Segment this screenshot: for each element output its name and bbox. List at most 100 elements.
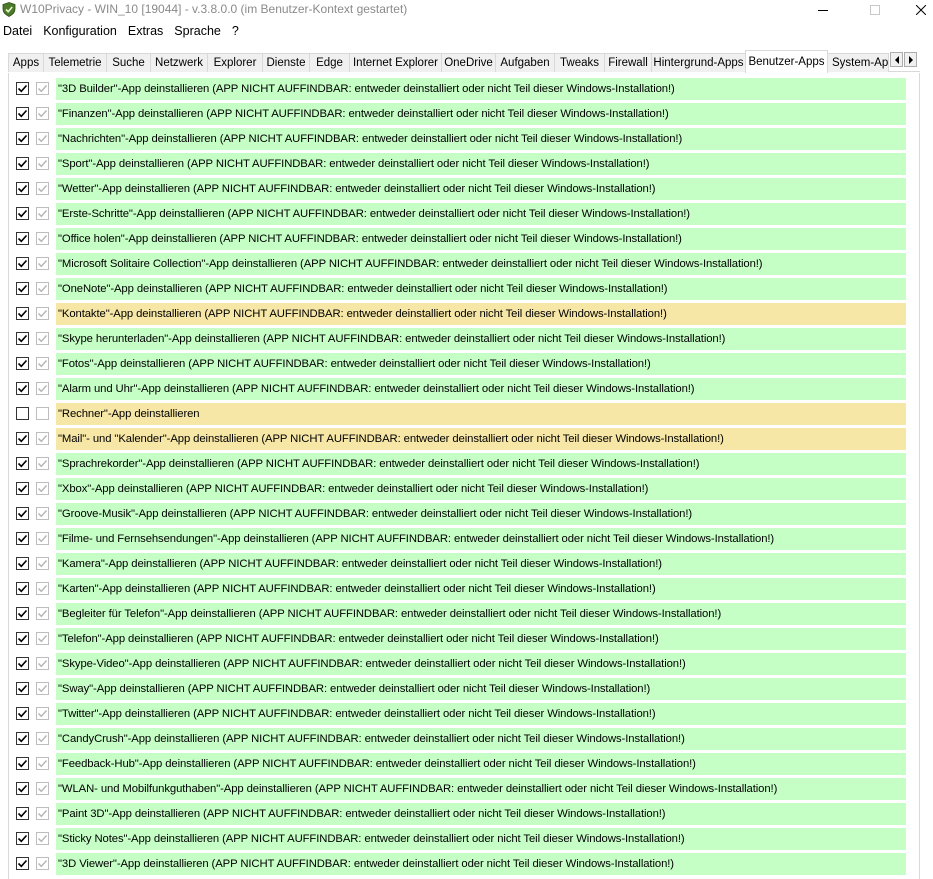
tab-explorer[interactable]: Explorer <box>207 53 263 72</box>
setting-label[interactable]: "Paint 3D"-App deinstallieren (APP NICHT… <box>56 803 906 825</box>
setting-checkbox[interactable] <box>16 857 29 870</box>
menu-datei[interactable]: Datei <box>0 24 38 38</box>
setting-label[interactable]: "Skype herunterladen"-App deinstallieren… <box>56 328 906 350</box>
setting-label[interactable]: "Groove-Musik"-App deinstallieren (APP N… <box>56 503 906 525</box>
setting-label[interactable]: "Sticky Notes"-App deinstallieren (APP N… <box>56 828 906 850</box>
setting-label[interactable]: "Alarm und Uhr"-App deinstallieren (APP … <box>56 378 906 400</box>
tab-internet-explorer[interactable]: Internet Explorer <box>349 53 442 72</box>
setting-checkbox[interactable] <box>16 107 29 120</box>
setting-label[interactable]: "Wetter"-App deinstallieren (APP NICHT A… <box>56 178 906 200</box>
recommended-checkbox <box>36 157 49 170</box>
setting-label[interactable]: "Sway"-App deinstallieren (APP NICHT AUF… <box>56 678 906 700</box>
setting-label[interactable]: "Kamera"-App deinstallieren (APP NICHT A… <box>56 553 906 575</box>
setting-checkbox[interactable] <box>16 782 29 795</box>
checkmark-icon <box>38 110 48 118</box>
setting-label[interactable]: "Finanzen"-App deinstallieren (APP NICHT… <box>56 103 906 125</box>
setting-checkbox[interactable] <box>16 132 29 145</box>
checkmark-icon <box>17 309 28 318</box>
recommended-checkbox <box>36 532 49 545</box>
tab-apps[interactable]: Apps <box>8 53 44 72</box>
setting-label[interactable]: "Telefon"-App deinstallieren (APP NICHT … <box>56 628 906 650</box>
menu-konfiguration[interactable]: Konfiguration <box>38 24 123 38</box>
setting-checkbox[interactable] <box>16 807 29 820</box>
tab-system-apps[interactable]: System-App <box>827 53 889 72</box>
setting-checkbox[interactable] <box>16 432 29 445</box>
setting-row: "Xbox"-App deinstallieren (APP NICHT AUF… <box>16 478 906 500</box>
setting-checkbox[interactable] <box>16 632 29 645</box>
setting-checkbox[interactable] <box>16 382 29 395</box>
setting-label[interactable]: "Rechner"-App deinstallieren <box>56 403 906 425</box>
setting-label[interactable]: "Microsoft Solitaire Collection"-App dei… <box>56 253 906 275</box>
setting-checkbox[interactable] <box>16 307 29 320</box>
tab-firewall[interactable]: Firewall <box>604 53 652 72</box>
tab-scroll-right-button[interactable] <box>904 52 917 67</box>
setting-checkbox[interactable] <box>16 357 29 370</box>
setting-label[interactable]: "Fotos"-App deinstallieren (APP NICHT AU… <box>56 353 906 375</box>
setting-label[interactable]: "Sport"-App deinstallieren (APP NICHT AU… <box>56 153 906 175</box>
arrow-right-icon <box>908 55 913 64</box>
setting-checkbox[interactable] <box>16 482 29 495</box>
setting-checkbox[interactable] <box>16 757 29 770</box>
tab-netzwerk[interactable]: Netzwerk <box>150 53 208 72</box>
tab-benutzer-apps[interactable]: Benutzer-Apps <box>745 50 828 73</box>
setting-checkbox[interactable] <box>16 407 29 420</box>
setting-label[interactable]: "Skype-Video"-App deinstallieren (APP NI… <box>56 653 906 675</box>
setting-label[interactable]: "3D Builder"-App deinstallieren (APP NIC… <box>56 78 906 100</box>
minimize-button[interactable] <box>800 0 846 20</box>
setting-checkbox[interactable] <box>16 582 29 595</box>
setting-label[interactable]: "Twitter"-App deinstallieren (APP NICHT … <box>56 703 906 725</box>
setting-checkbox[interactable] <box>16 732 29 745</box>
checkmark-icon <box>38 510 48 518</box>
tab-onedrive[interactable]: OneDrive <box>441 53 496 72</box>
tab-edge[interactable]: Edge <box>309 53 350 72</box>
checkmark-icon <box>17 634 28 643</box>
setting-checkbox[interactable] <box>16 157 29 170</box>
menu-sprache[interactable]: Sprache <box>169 24 227 38</box>
tab-suche[interactable]: Suche <box>106 53 151 72</box>
setting-label[interactable]: "Feedback-Hub"-App deinstallieren (APP N… <box>56 753 906 775</box>
setting-label[interactable]: "WLAN- und Mobilfunkguthaben"-App deinst… <box>56 778 906 800</box>
setting-label[interactable]: "Office holen"-App deinstallieren (APP N… <box>56 228 906 250</box>
setting-checkbox[interactable] <box>16 282 29 295</box>
setting-checkbox[interactable] <box>16 682 29 695</box>
setting-label[interactable]: "Sprachrekorder"-App deinstallieren (APP… <box>56 453 906 475</box>
setting-label[interactable]: "Erste-Schritte"-App deinstallieren (APP… <box>56 203 906 225</box>
setting-label[interactable]: "OneNote"-App deinstallieren (APP NICHT … <box>56 278 906 300</box>
tab-scroll-left-button[interactable] <box>890 52 903 67</box>
setting-checkbox[interactable] <box>16 832 29 845</box>
recommended-checkbox <box>36 182 49 195</box>
setting-label[interactable]: "3D Viewer"-App deinstallieren (APP NICH… <box>56 853 906 875</box>
tab-aufgaben[interactable]: Aufgaben <box>495 53 555 72</box>
setting-checkbox[interactable] <box>16 557 29 570</box>
menu-extras[interactable]: Extras <box>123 24 169 38</box>
setting-checkbox[interactable] <box>16 257 29 270</box>
setting-checkbox[interactable] <box>16 182 29 195</box>
setting-checkbox[interactable] <box>16 532 29 545</box>
tab-hintergrund-apps[interactable]: Hintergrund-Apps <box>651 53 746 72</box>
tab-dienste[interactable]: Dienste <box>262 53 310 72</box>
tab-tweaks[interactable]: Tweaks <box>554 53 605 72</box>
setting-label[interactable]: "Nachrichten"-App deinstallieren (APP NI… <box>56 128 906 150</box>
setting-checkbox[interactable] <box>16 332 29 345</box>
setting-label[interactable]: "Mail"- und "Kalender"-App deinstalliere… <box>56 428 906 450</box>
setting-checkbox[interactable] <box>16 507 29 520</box>
menu-help[interactable]: ? <box>227 24 245 38</box>
tab-telemetrie[interactable]: Telemetrie <box>43 53 107 72</box>
setting-label[interactable]: "Kontakte"-App deinstallieren (APP NICHT… <box>56 303 906 325</box>
setting-checkbox[interactable] <box>16 607 29 620</box>
setting-checkbox[interactable] <box>16 457 29 470</box>
setting-label[interactable]: "Xbox"-App deinstallieren (APP NICHT AUF… <box>56 478 906 500</box>
setting-label[interactable]: "Filme- und Fernsehsendungen"-App deinst… <box>56 528 906 550</box>
setting-label[interactable]: "CandyCrush"-App deinstallieren (APP NIC… <box>56 728 906 750</box>
setting-checkbox[interactable] <box>16 657 29 670</box>
setting-checkbox[interactable] <box>16 707 29 720</box>
setting-label[interactable]: "Karten"-App deinstallieren (APP NICHT A… <box>56 578 906 600</box>
setting-label[interactable]: "Begleiter für Telefon"-App deinstallier… <box>56 603 906 625</box>
recommended-checkbox <box>36 857 49 870</box>
close-button[interactable] <box>898 0 933 20</box>
setting-checkbox[interactable] <box>16 82 29 95</box>
setting-checkbox[interactable] <box>16 207 29 220</box>
title-bar[interactable]: W10Privacy - WIN_10 [19044] - v.3.8.0.0 … <box>0 0 933 20</box>
maximize-button[interactable] <box>852 0 898 20</box>
setting-checkbox[interactable] <box>16 232 29 245</box>
